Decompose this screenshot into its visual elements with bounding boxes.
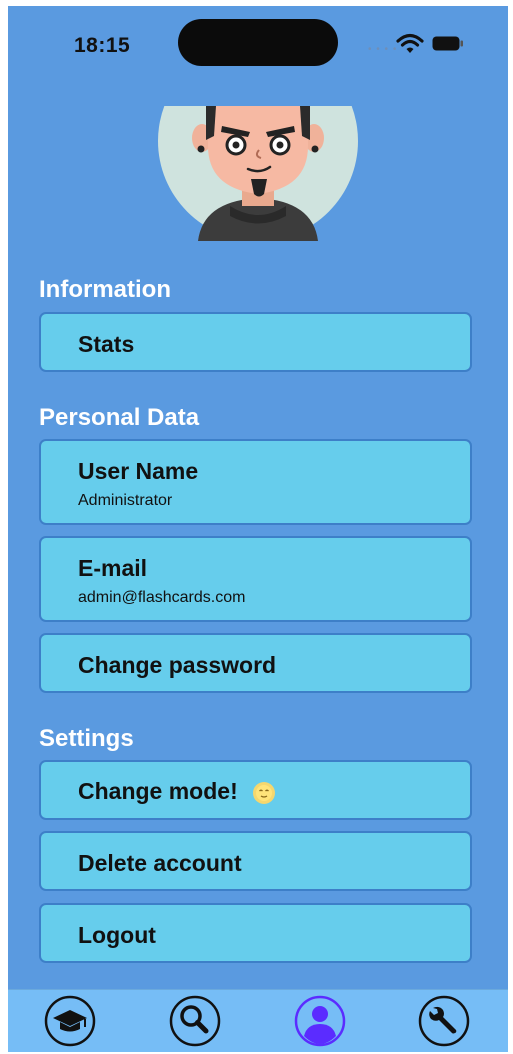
section-title-settings: Settings — [39, 725, 134, 752]
section-title-information: Information — [39, 276, 171, 303]
change-password-label: Change password — [78, 652, 277, 678]
battery-icon — [432, 36, 463, 51]
tab-bar — [8, 989, 508, 1052]
email-title: E-mail — [78, 555, 148, 581]
delete-account-button[interactable]: Delete account — [39, 831, 472, 891]
graduation-cap-icon[interactable] — [43, 994, 97, 1048]
logout-button[interactable]: Logout — [39, 903, 472, 963]
sun-face-icon — [253, 781, 276, 804]
stats-label: Stats — [78, 331, 135, 357]
stats-button[interactable]: Stats — [39, 312, 472, 372]
user-avatar — [158, 106, 358, 241]
delete-account-label: Delete account — [78, 850, 242, 876]
dynamic-island — [178, 19, 338, 66]
email-value: admin@flashcards.com — [78, 589, 246, 606]
wrench-icon[interactable] — [417, 994, 471, 1048]
logout-label: Logout — [78, 922, 156, 948]
username-value: Administrator — [78, 492, 173, 509]
username-button[interactable]: User Name Administrator — [39, 439, 472, 525]
email-button[interactable]: E-mail admin@flashcards.com — [39, 536, 472, 622]
section-title-personal-data: Personal Data — [39, 404, 200, 431]
profile-screen: 18:15 • • • • Information Stats Personal… — [8, 6, 508, 1052]
wifi-icon — [396, 33, 424, 53]
change-mode-button[interactable]: Change mode! — [39, 760, 472, 820]
search-icon[interactable] — [168, 994, 222, 1048]
change-password-button[interactable]: Change password — [39, 633, 472, 693]
cellular-signal-icon: • • • • — [368, 44, 398, 55]
profile-icon[interactable] — [293, 994, 347, 1048]
status-time: 18:15 — [74, 34, 131, 57]
username-title: User Name — [78, 458, 199, 484]
change-mode-label: Change mode! — [78, 778, 238, 804]
